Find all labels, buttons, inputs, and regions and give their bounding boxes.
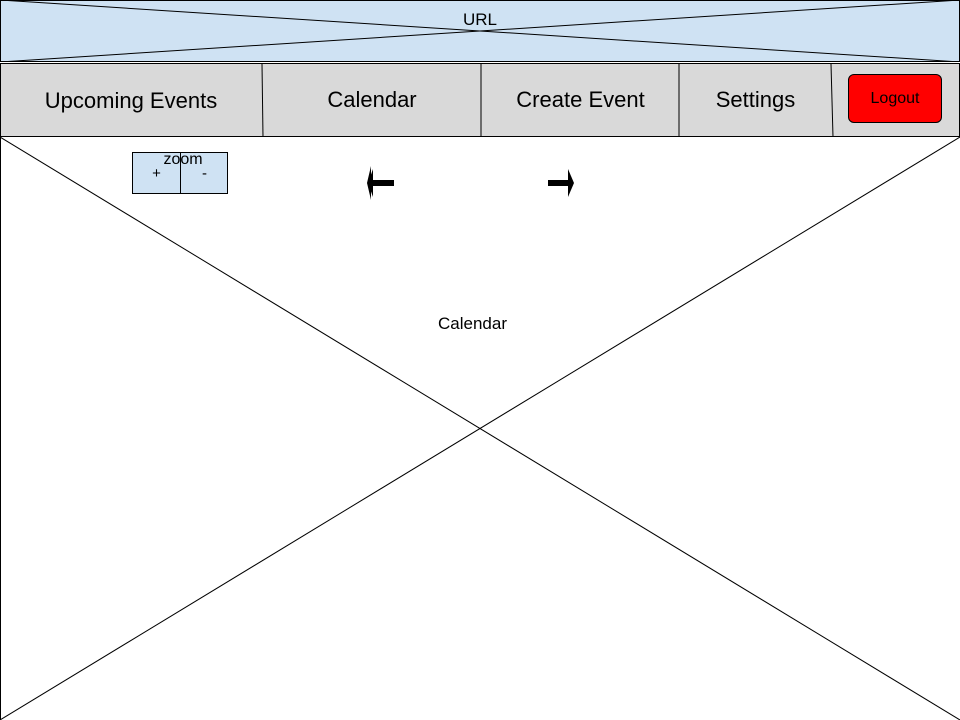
nav-item-settings[interactable]: Settings bbox=[680, 63, 831, 137]
zoom-control: zoom + - bbox=[132, 151, 228, 194]
logout-button[interactable]: Logout bbox=[848, 74, 942, 123]
next-button[interactable] bbox=[545, 166, 575, 200]
arrow-right-icon bbox=[548, 169, 574, 197]
calendar-area[interactable]: Calendar bbox=[0, 137, 960, 720]
prev-button[interactable] bbox=[367, 166, 397, 200]
nav-item-calendar[interactable]: Calendar bbox=[263, 63, 481, 137]
zoom-in-button[interactable]: + bbox=[133, 165, 180, 191]
nav-bar: Upcoming Events Calendar Create Event Se… bbox=[0, 63, 960, 137]
calendar-placeholder-label: Calendar bbox=[438, 314, 507, 333]
url-bar[interactable]: URL bbox=[0, 0, 960, 62]
calendar-placeholder-cross bbox=[0, 137, 960, 720]
url-label: URL bbox=[462, 10, 497, 29]
nav-item-upcoming-events[interactable]: Upcoming Events bbox=[0, 63, 262, 137]
arrow-left-icon bbox=[367, 166, 394, 200]
nav-item-create-event[interactable]: Create Event bbox=[482, 63, 679, 137]
zoom-out-button[interactable]: - bbox=[181, 165, 228, 191]
